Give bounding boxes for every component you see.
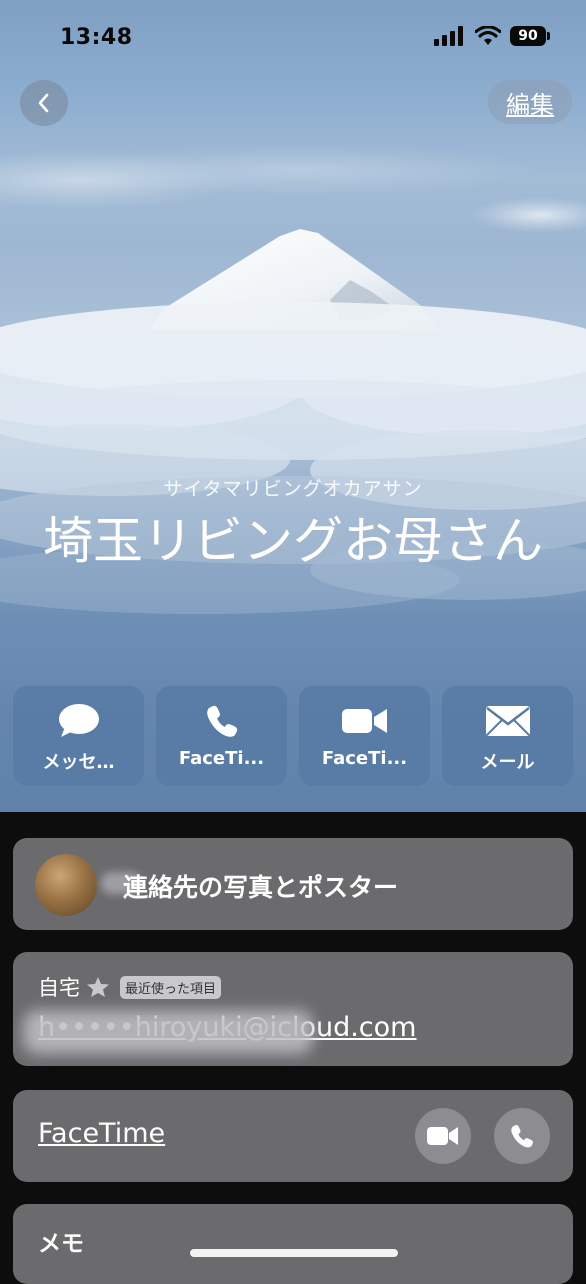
mail-action-label: メール: [480, 752, 535, 773]
facetime-video-button[interactable]: [415, 1108, 471, 1164]
home-indicator[interactable]: [190, 1249, 398, 1257]
avatar: [35, 854, 97, 916]
facetime-audio-button[interactable]: [494, 1108, 550, 1164]
facetime-link[interactable]: FaceTime: [38, 1118, 165, 1149]
back-button[interactable]: [20, 80, 68, 126]
notes-label: メモ: [38, 1231, 84, 1257]
phone-icon: [511, 1125, 533, 1148]
facetime-video-action-label: FaceTi...: [321, 748, 408, 769]
message-bubble-icon: [58, 704, 99, 737]
facetime-row: FaceTime: [13, 1090, 573, 1182]
contact-phonetic-name: サイタマリビングオカアサン: [163, 478, 423, 500]
quick-actions: メッセ… FaceTi... FaceTi... メール: [13, 686, 573, 786]
video-camera-icon: [341, 709, 387, 733]
notes-row[interactable]: メモ: [13, 1204, 573, 1284]
message-action-button[interactable]: メッセ…: [13, 686, 144, 786]
envelope-icon: [485, 706, 530, 736]
contact-poster: 13:48 90 編集 サイタマリビングオカアサン 埼玉リビングお母さん メッセ…: [0, 0, 586, 812]
cellular-signal-icon: [434, 26, 463, 46]
battery-icon: 90: [510, 26, 550, 46]
email-type-label: 自宅: [38, 976, 80, 1000]
redaction-blur: [23, 1010, 313, 1054]
facetime-video-action-button[interactable]: FaceTi...: [299, 686, 430, 786]
message-action-label: メッセ…: [42, 752, 115, 773]
status-bar: 13:48 90: [0, 22, 586, 58]
contact-photo-poster-label: 連絡先の写真とポスター: [123, 873, 399, 902]
mail-action-button[interactable]: メール: [442, 686, 573, 786]
star-icon: [87, 977, 109, 997]
chevron-left-icon: [38, 93, 49, 113]
recent-badge: 最近使った項目: [120, 975, 222, 999]
edit-button[interactable]: 編集: [488, 80, 572, 124]
video-camera-icon: [427, 1127, 458, 1145]
email-row[interactable]: 自宅 最近使った項目 h•••••hiroyuki@icloud.com: [13, 952, 573, 1066]
facetime-audio-action-button[interactable]: FaceTi...: [156, 686, 287, 786]
phone-icon: [206, 705, 237, 737]
facetime-audio-action-label: FaceTi...: [178, 748, 265, 769]
contact-photo-poster-row[interactable]: 連絡先の写真とポスター: [13, 838, 573, 930]
contact-name: 埼玉リビングお母さん: [43, 512, 543, 570]
wifi-icon: [475, 26, 501, 45]
status-time: 13:48: [60, 25, 133, 50]
